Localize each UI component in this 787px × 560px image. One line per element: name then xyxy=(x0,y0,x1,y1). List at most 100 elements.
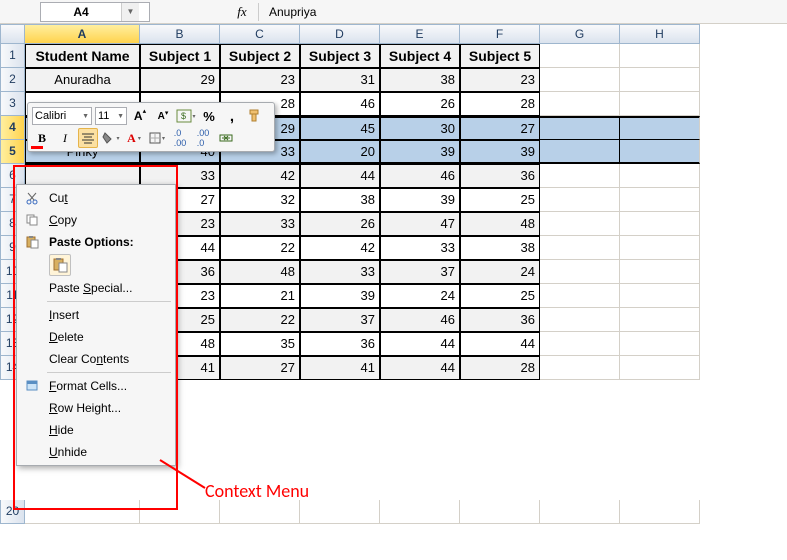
empty-cell[interactable] xyxy=(540,236,620,260)
empty-cell[interactable] xyxy=(620,44,700,68)
empty-cell[interactable] xyxy=(220,500,300,524)
empty-cell[interactable] xyxy=(25,500,140,524)
col-header-a[interactable]: A xyxy=(25,24,140,44)
increase-font-icon[interactable]: A▴ xyxy=(130,106,150,126)
cell-subject-5[interactable]: 27 xyxy=(460,116,540,140)
empty-cell[interactable] xyxy=(540,332,620,356)
cell-subject-5[interactable]: 36 xyxy=(460,308,540,332)
col-header-d[interactable]: D xyxy=(300,24,380,44)
percent-style-icon[interactable]: % xyxy=(199,106,219,126)
paste-option-default[interactable] xyxy=(49,254,71,276)
empty-cell[interactable] xyxy=(620,356,700,380)
empty-cell[interactable] xyxy=(540,68,620,92)
empty-cell[interactable] xyxy=(620,260,700,284)
empty-cell[interactable] xyxy=(620,116,700,140)
cell-subject-3[interactable]: 36 xyxy=(300,332,380,356)
menu-row-height[interactable]: Row Height... xyxy=(19,397,173,419)
menu-format-cells[interactable]: Format Cells... xyxy=(19,375,173,397)
cell-subject-2[interactable]: 21 xyxy=(220,284,300,308)
increase-decimal-icon[interactable]: .0.00 xyxy=(170,128,190,148)
cell-subject-4[interactable]: 38 xyxy=(380,68,460,92)
menu-insert[interactable]: Insert xyxy=(19,304,173,326)
decrease-font-icon[interactable]: A▾ xyxy=(153,106,173,126)
empty-cell[interactable] xyxy=(620,140,700,164)
cell-subject-4[interactable]: 46 xyxy=(380,308,460,332)
fill-color-icon[interactable]: ▾ xyxy=(101,128,121,148)
formula-bar-value[interactable]: Anupriya xyxy=(263,5,316,19)
cell-subject-2[interactable]: 23 xyxy=(220,68,300,92)
name-box-wrap[interactable]: ▼ xyxy=(40,2,150,22)
menu-unhide[interactable]: Unhide xyxy=(19,441,173,463)
select-all-corner[interactable] xyxy=(0,24,25,44)
cell-subject-2[interactable]: 22 xyxy=(220,308,300,332)
col-header-g[interactable]: G xyxy=(540,24,620,44)
empty-cell[interactable] xyxy=(620,164,700,188)
cell-subject-2[interactable]: 42 xyxy=(220,164,300,188)
cell-subject-5[interactable]: 25 xyxy=(460,284,540,308)
empty-cell[interactable] xyxy=(620,236,700,260)
cell-subject-2[interactable]: 27 xyxy=(220,356,300,380)
empty-cell[interactable] xyxy=(540,356,620,380)
empty-cell[interactable] xyxy=(540,116,620,140)
cell-subject-2[interactable]: 32 xyxy=(220,188,300,212)
empty-cell[interactable] xyxy=(380,500,460,524)
empty-cell[interactable] xyxy=(540,212,620,236)
col-header-e[interactable]: E xyxy=(380,24,460,44)
cell-subject-4[interactable]: 39 xyxy=(380,188,460,212)
cell-subject-3[interactable]: 31 xyxy=(300,68,380,92)
comma-style-icon[interactable]: , xyxy=(222,106,242,126)
menu-copy[interactable]: Copy xyxy=(19,209,173,231)
menu-paste-special[interactable]: Paste Special... xyxy=(19,277,173,299)
cell-subject-4[interactable]: 24 xyxy=(380,284,460,308)
cell-subject-5[interactable]: 48 xyxy=(460,212,540,236)
cell-subject-3[interactable]: 46 xyxy=(300,92,380,116)
cell-subject-3[interactable]: 39 xyxy=(300,284,380,308)
fx-icon[interactable]: fx xyxy=(230,4,254,20)
empty-cell[interactable] xyxy=(620,92,700,116)
font-size-select[interactable]: 11▼ xyxy=(95,107,127,125)
empty-cell[interactable] xyxy=(620,308,700,332)
header-subject-1[interactable]: Subject 1 xyxy=(140,44,220,68)
cell-subject-3[interactable]: 44 xyxy=(300,164,380,188)
col-header-b[interactable]: B xyxy=(140,24,220,44)
cell-subject-5[interactable]: 28 xyxy=(460,356,540,380)
name-box[interactable] xyxy=(41,3,121,21)
empty-cell[interactable] xyxy=(540,188,620,212)
cell-subject-5[interactable]: 25 xyxy=(460,188,540,212)
empty-cell[interactable] xyxy=(540,164,620,188)
row-header[interactable]: 1 xyxy=(0,44,25,68)
empty-cell[interactable] xyxy=(540,500,620,524)
empty-cell[interactable] xyxy=(620,188,700,212)
font-family-select[interactable]: Calibri▼ xyxy=(32,107,92,125)
cell-subject-3[interactable]: 42 xyxy=(300,236,380,260)
cell-subject-5[interactable]: 24 xyxy=(460,260,540,284)
empty-cell[interactable] xyxy=(620,212,700,236)
row-header[interactable]: 2 xyxy=(0,68,25,92)
cell-subject-4[interactable]: 44 xyxy=(380,332,460,356)
cell-name[interactable]: Anuradha xyxy=(25,68,140,92)
header-subject-2[interactable]: Subject 2 xyxy=(220,44,300,68)
row-header[interactable]: 4 xyxy=(0,116,25,140)
empty-cell[interactable] xyxy=(540,44,620,68)
cell-subject-4[interactable]: 44 xyxy=(380,356,460,380)
empty-cell[interactable] xyxy=(540,260,620,284)
empty-cell[interactable] xyxy=(620,284,700,308)
cell-subject-2[interactable]: 33 xyxy=(220,212,300,236)
cell-subject-5[interactable]: 38 xyxy=(460,236,540,260)
cell-subject-3[interactable]: 20 xyxy=(300,140,380,164)
cell-subject-2[interactable]: 48 xyxy=(220,260,300,284)
cell-subject-4[interactable]: 37 xyxy=(380,260,460,284)
cell-subject-2[interactable]: 35 xyxy=(220,332,300,356)
cell-subject-1[interactable]: 29 xyxy=(140,68,220,92)
cell-subject-4[interactable]: 26 xyxy=(380,92,460,116)
header-student-name[interactable]: Student Name xyxy=(25,44,140,68)
format-painter-icon[interactable] xyxy=(245,106,265,126)
borders-icon[interactable]: ▾ xyxy=(147,128,167,148)
row-header[interactable]: 20 xyxy=(0,500,25,524)
empty-cell[interactable] xyxy=(540,140,620,164)
menu-clear-contents[interactable]: Clear Contents xyxy=(19,348,173,370)
row-header[interactable]: 5 xyxy=(0,140,25,164)
bold-icon[interactable]: B xyxy=(32,128,52,148)
empty-cell[interactable] xyxy=(460,500,540,524)
font-color-icon[interactable]: A▾ xyxy=(124,128,144,148)
